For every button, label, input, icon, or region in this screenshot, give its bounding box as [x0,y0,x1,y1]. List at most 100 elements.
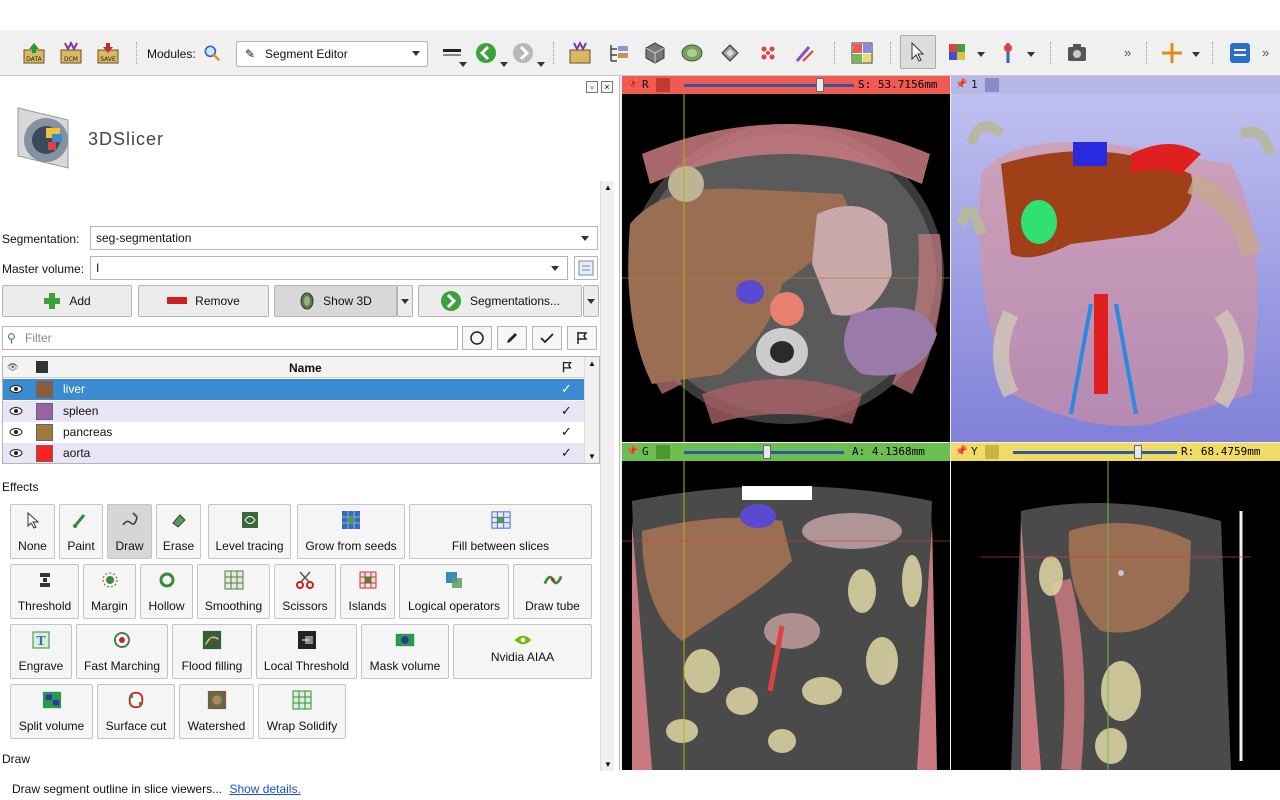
add-segment-button[interactable]: Add [2,285,132,317]
segmentations-button[interactable]: Segmentations... [418,285,582,317]
threed-viewer[interactable]: 📌 1 [951,76,1280,442]
module-selector[interactable]: ✎ Segment Editor [236,41,428,67]
effect-scissors-button[interactable]: Scissors [274,564,336,619]
green-slice-viewer[interactable]: 📌 G A: 4.1368mm [622,443,950,770]
effect-hollow-button[interactable]: Hollow [140,564,193,619]
status-check-icon[interactable]: ✓ [561,445,572,461]
toolbar-overflow-icon[interactable]: » [1124,45,1131,60]
extension-manager-icon[interactable] [1226,39,1254,67]
master-volume-options-button[interactable] [574,256,598,280]
eye-icon[interactable] [9,407,23,415]
eye-icon[interactable] [9,385,23,393]
effect-none-button[interactable]: None [10,504,55,559]
models-module-icon[interactable] [678,39,706,67]
link-icon[interactable] [656,78,670,92]
visibility-column-icon[interactable]: 👁 [7,362,18,373]
effect-fill-between-slices-button[interactable]: Fill between slices [409,504,592,559]
segment-filter-input[interactable]: ⚲ Filter [2,326,458,350]
segment-row[interactable]: spleen ✓ [3,401,585,422]
effect-smoothing-button[interactable]: Smoothing [197,564,270,619]
remove-segment-button[interactable]: Remove [138,285,269,317]
effect-surface-cut-button[interactable]: Surface cut [97,684,175,739]
back-icon[interactable] [472,39,500,67]
segment-color-swatch[interactable] [36,381,53,398]
pin-icon[interactable]: 📌 [955,79,967,90]
link-icon[interactable] [985,445,999,459]
pin-icon[interactable]: 📌 [955,446,967,457]
panel-scrollbar[interactable]: ▲ ▼ [600,181,614,771]
effect-draw-button[interactable]: Draw [107,504,152,559]
effect-erase-button[interactable]: Erase [156,504,201,559]
show-details-link[interactable]: Show details. [229,782,300,796]
close-panel-icon[interactable]: × [601,81,613,93]
effect-paint-button[interactable]: Paint [59,504,103,559]
segmentations-options-button[interactable] [583,285,599,317]
module-search-icon[interactable] [202,39,222,67]
dicom-module-icon[interactable] [566,39,594,67]
red-slice-viewer[interactable]: 📌 R S: 53.7156mm [622,76,950,442]
effect-threshold-button[interactable]: Threshold [10,564,79,619]
segmentation-selector[interactable]: seg-segmentation [90,226,598,250]
scroll-up-icon[interactable]: ▲ [604,183,612,192]
segment-name[interactable]: spleen [63,404,98,418]
pin-icon[interactable]: 📌 [626,446,638,457]
red-slider-knob[interactable] [816,78,824,92]
layout-icon[interactable] [848,39,876,67]
segment-row[interactable]: pancreas ✓ [3,422,585,443]
filter-visible-button[interactable] [462,326,492,350]
segment-name[interactable]: liver [63,382,85,396]
segment-name[interactable]: pancreas [63,425,112,439]
effect-wrap-solidify-button[interactable]: Wrap Solidify [258,684,346,739]
segment-name[interactable]: aorta [63,446,90,460]
show-3d-options-button[interactable] [397,285,413,317]
effect-engrave-button[interactable]: T Engrave [10,624,72,679]
load-data-icon[interactable]: DATA [20,39,48,67]
yellow-slice-slider[interactable] [1013,451,1177,454]
segment-color-swatch[interactable] [36,445,53,462]
select-mode-icon[interactable] [900,35,936,69]
forward-icon[interactable] [509,39,537,67]
volumes-module-icon[interactable] [641,39,669,67]
scroll-down-icon[interactable]: ▼ [588,452,596,461]
effect-islands-button[interactable]: Islands [340,564,395,619]
toolbar-overflow-icon-2[interactable]: » [1262,45,1269,60]
screenshot-icon[interactable] [1063,39,1091,67]
eye-icon[interactable] [9,449,23,457]
status-check-icon[interactable]: ✓ [561,381,572,397]
effect-split-volume-button[interactable]: Split volume [10,684,93,739]
status-check-icon[interactable]: ✓ [561,424,572,440]
yellow-slider-knob[interactable] [1134,445,1142,459]
filter-flagged-button[interactable] [567,326,597,350]
red-slice-slider[interactable] [684,84,854,87]
effect-logical-operators-button[interactable]: Logical operators [399,564,509,619]
scroll-up-icon[interactable]: ▲ [588,359,596,368]
link-icon[interactable] [656,445,670,459]
load-dicom-icon[interactable]: DCM [57,39,85,67]
effect-nvidia-aiaa-button[interactable]: Nvidia AIAA [453,624,592,679]
data-module-icon[interactable] [605,39,633,67]
undock-icon[interactable]: ▫ [586,81,598,93]
show-3d-button[interactable]: Show 3D [274,285,397,317]
segment-editor-module-icon[interactable] [791,39,819,67]
effect-mask-volume-button[interactable]: Mask volume [361,624,449,679]
master-volume-selector[interactable]: I [90,256,568,280]
place-markup-icon[interactable] [944,39,972,67]
segment-row[interactable]: liver ✓ [3,379,585,400]
scroll-down-icon[interactable]: ▼ [604,760,612,769]
segments-scrollbar[interactable]: ▲ ▼ [584,357,599,463]
effect-margin-button[interactable]: Margin [83,564,136,619]
effect-draw-tube-button[interactable]: Draw tube [513,564,592,619]
eye-icon[interactable] [9,428,23,436]
name-column-header[interactable]: Name [289,361,322,375]
green-slider-knob[interactable] [763,445,771,459]
place-point-icon[interactable] [994,39,1022,67]
pin-icon[interactable]: 📌 [626,79,638,90]
segment-color-swatch[interactable] [36,403,53,420]
effect-watershed-button[interactable]: Watershed [179,684,254,739]
effect-flood-filling-button[interactable]: Flood filling [172,624,252,679]
filter-in-progress-button[interactable] [497,326,527,350]
effect-grow-from-seeds-button[interactable]: Grow from seeds [297,504,405,559]
segment-color-swatch[interactable] [36,424,53,441]
save-icon[interactable]: SAVE [94,39,122,67]
effect-level-tracing-button[interactable]: Level tracing [208,504,291,559]
